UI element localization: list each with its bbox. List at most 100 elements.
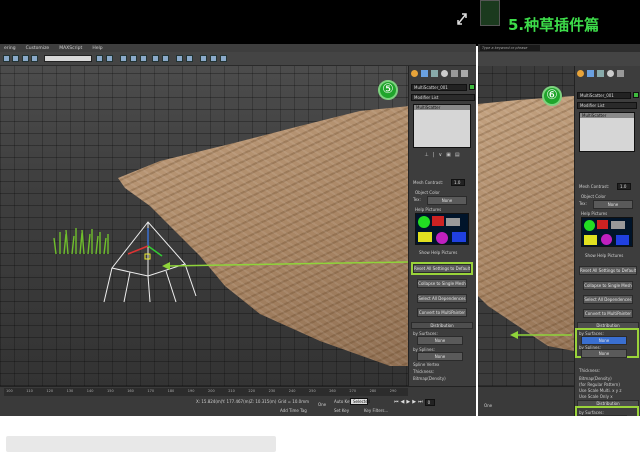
stack-item[interactable]: MultiScatter (414, 105, 470, 110)
link-icon[interactable] (22, 55, 29, 62)
prev-frame-icon[interactable]: ◀ (401, 399, 405, 406)
coord-z[interactable]: Z: 10.315(m) (250, 399, 276, 404)
modifier-stack[interactable]: MultiScatter (579, 112, 635, 152)
pin-stack-icon[interactable]: ⊥ (424, 152, 428, 160)
convert-to-multipainter-button[interactable]: Convert to MultiPainter (583, 309, 633, 318)
tex-button[interactable]: None (593, 200, 633, 209)
modifier-list-dropdown[interactable]: Modifier List (577, 102, 637, 109)
timeline-tick-label: 250 (309, 389, 316, 393)
render-icon[interactable] (220, 55, 227, 62)
menu-item[interactable]: Customize (26, 46, 50, 51)
collapse-to-single-mesh-button[interactable]: Collapse to Single Mesh (417, 279, 467, 288)
make-unique-icon[interactable]: ∨ (438, 152, 442, 160)
goto-end-icon[interactable]: ⏭ (418, 399, 423, 406)
select-all-dependences-button[interactable]: Select All Dependences (417, 294, 467, 303)
selection-filter-dropdown[interactable] (44, 55, 92, 62)
menu-item[interactable]: Help (92, 46, 102, 51)
search-input[interactable]: Type a keyword or phrase (480, 45, 540, 51)
material-editor-icon[interactable] (200, 55, 207, 62)
splines-button[interactable]: None (581, 349, 627, 358)
next-frame-icon[interactable]: ▶ (412, 399, 416, 406)
motion-tab-icon[interactable] (441, 70, 448, 77)
timeline-tick-label: 220 (248, 389, 256, 393)
key-filters-button[interactable]: Key Filters... (364, 408, 388, 413)
object-name-field[interactable]: MultiScatter_001 (577, 92, 631, 99)
panel-tabs (411, 70, 468, 77)
select-icon[interactable] (96, 55, 103, 62)
modifier-stack[interactable]: MultiScatter (413, 104, 471, 148)
add-time-tag[interactable]: Add Time Tag (280, 408, 307, 413)
coord-y[interactable]: Y: 177.467(m) (222, 399, 250, 404)
timeline-tick-label: 230 (268, 389, 276, 393)
hierarchy-tab-icon[interactable] (431, 70, 438, 77)
thickness-label: Thickness: (579, 368, 601, 373)
remove-modifier-icon[interactable]: ▣ (446, 152, 451, 160)
thumbnail-image (480, 0, 500, 26)
second-viewport[interactable] (478, 66, 574, 386)
display-tab-icon[interactable] (451, 70, 458, 77)
help-picture-image (415, 213, 469, 245)
regular-pattern-label: (for Regular Pattern) (579, 382, 620, 387)
object-color-swatch[interactable] (469, 84, 475, 90)
utilities-tab-icon[interactable] (461, 70, 468, 77)
coord-x[interactable]: X: 15.824(m) (196, 399, 222, 404)
undo-icon[interactable] (3, 55, 10, 62)
frame-one-2: One (484, 403, 493, 408)
current-frame-field[interactable]: 0 (424, 399, 435, 406)
show-help-pictures-label[interactable]: Show Help Pictures (419, 250, 457, 255)
render-setup-icon[interactable] (210, 55, 217, 62)
align-icon[interactable] (186, 55, 193, 62)
surfaces-button[interactable]: None (417, 336, 463, 345)
distribution-rollout[interactable]: Distribution (411, 322, 473, 329)
surfaces-button[interactable]: None (581, 336, 627, 345)
second-callout-arrow (510, 331, 572, 339)
timeline-tick-label: 120 (46, 389, 54, 393)
hierarchy-tab-icon[interactable] (597, 70, 604, 77)
create-tab-icon[interactable] (411, 70, 418, 77)
time-slider[interactable]: 100 110 120 130 140 150 160 170 180 190 200 210 220 2… (4, 388, 408, 396)
expand-icon[interactable] (456, 12, 468, 26)
modify-tab-icon[interactable] (421, 70, 428, 77)
set-key-label[interactable]: Set Key (334, 408, 349, 413)
menu-item[interactable]: MAXScript (59, 46, 82, 51)
play-icon[interactable]: ▶ (406, 399, 410, 406)
display-tab-icon[interactable] (617, 70, 624, 77)
convert-to-multipainter-button[interactable]: Convert to MultiPainter (417, 308, 467, 317)
mesh-contrast-spinner[interactable]: 1.0 (617, 183, 631, 190)
show-help-pictures-label[interactable]: Show Help Pictures (585, 253, 623, 258)
select-all-dependences-button[interactable]: Select All Dependences (583, 295, 633, 304)
motion-tab-icon[interactable] (607, 70, 614, 77)
modifier-list-dropdown[interactable]: Modifier List (411, 94, 475, 101)
timeline-tick-label: 170 (147, 389, 155, 393)
move-icon[interactable] (120, 55, 127, 62)
redo-icon[interactable] (12, 55, 19, 62)
goto-start-icon[interactable]: ⏮ (394, 399, 399, 406)
scale-icon[interactable] (140, 55, 147, 62)
mesh-contrast-spinner[interactable]: 1.0 (451, 179, 465, 186)
select-by-name-icon[interactable] (106, 55, 113, 62)
object-color-label: Object Color (581, 194, 606, 199)
collapse-to-single-mesh-button[interactable]: Collapse to Single Mesh (583, 281, 633, 290)
menu-item[interactable]: ering (4, 46, 16, 51)
object-name-field[interactable]: MultiScatter_001 (411, 84, 467, 91)
help-pictures-label: Help Pictures (581, 211, 608, 216)
show-end-result-icon[interactable]: | (433, 152, 435, 160)
mirror-icon[interactable] (176, 55, 183, 62)
snap-icon[interactable] (152, 55, 159, 62)
create-tab-icon[interactable] (577, 70, 584, 77)
playback-controls: ⏮ ◀ ▶ ▶ ⏭ 0 (394, 399, 435, 406)
splines-button[interactable]: None (417, 352, 463, 361)
stack-item[interactable]: MultiScatter (580, 113, 634, 118)
configure-icon[interactable]: ▤ (455, 152, 460, 160)
step-6-badge: ⑥ (542, 86, 562, 106)
angle-snap-icon[interactable] (162, 55, 169, 62)
unlink-icon[interactable] (31, 55, 38, 62)
help-picture-image (581, 217, 633, 247)
rotate-icon[interactable] (130, 55, 137, 62)
object-color-swatch[interactable] (633, 92, 639, 98)
tex-button[interactable]: None (427, 196, 467, 205)
selected-dropdown[interactable]: Selected (350, 398, 370, 405)
modify-tab-icon[interactable] (587, 70, 594, 77)
perspective-viewport[interactable] (0, 66, 410, 386)
reset-all-settings-button[interactable]: Reset All Settings to Default (579, 266, 637, 275)
